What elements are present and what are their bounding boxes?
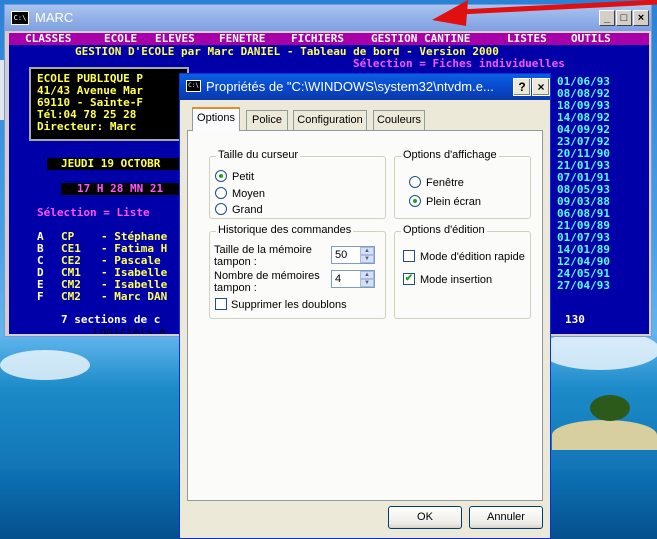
radio-plein-ecran[interactable] xyxy=(409,195,421,207)
buffer-size-value[interactable]: 50 xyxy=(335,249,347,261)
buffer-size-label: tampon : xyxy=(214,256,257,268)
menu-gestion-cantine[interactable]: GESTION CANTINE xyxy=(371,33,470,45)
menu-fichiers[interactable]: FICHIERS xyxy=(291,33,344,45)
dialog-title: Propriétés de "C:\WINDOWS\system32\ntvdm… xyxy=(206,79,494,94)
discard-duplicates-checkbox[interactable] xyxy=(215,298,227,310)
date-entry: 27/04/93 xyxy=(557,279,610,292)
footer-sub: Logiciels e xyxy=(93,325,166,335)
tab-configuration[interactable]: Configuration xyxy=(293,110,367,130)
quick-edit-checkbox[interactable] xyxy=(403,250,415,262)
time-text: 17 H 28 MN 21 xyxy=(77,182,164,195)
properties-dialog: C:\ Propriétés de "C:\WINDOWS\system32\n… xyxy=(179,73,551,539)
group-label: Historique des commandes xyxy=(216,224,354,236)
radio-fenetre-label: Fenêtre xyxy=(426,177,464,189)
menu-classes[interactable]: CLASSES xyxy=(25,33,71,45)
console-icon: C:\ xyxy=(186,80,201,92)
class-level: CM2 xyxy=(61,290,81,303)
dos-window-title: MARC xyxy=(35,10,74,25)
radio-fenetre[interactable] xyxy=(409,176,421,188)
selection-right: Sélection = Fiches individuelles xyxy=(353,57,565,70)
menu-listes[interactable]: LISTES xyxy=(507,33,547,45)
console-icon: C:\ xyxy=(11,11,29,25)
spin-up-icon[interactable]: ▲ xyxy=(360,271,374,279)
command-history-group: Historique des commandes Taille de la mé… xyxy=(209,224,386,319)
menu-ecole[interactable]: ECOLE xyxy=(104,33,137,45)
dates-column: 01/06/93 08/08/92 18/09/93 14/08/92 04/0… xyxy=(557,76,645,311)
dialog-titlebar[interactable]: C:\ Propriétés de "C:\WINDOWS\system32\n… xyxy=(180,74,550,100)
spin-down-icon[interactable]: ▼ xyxy=(360,279,374,287)
date-bar: JEUDI 19 OCTOBR xyxy=(47,158,187,170)
radio-petit-label: Petit xyxy=(232,171,255,183)
group-label: Taille du curseur xyxy=(216,149,301,161)
buffer-size-label: Taille de la mémoire xyxy=(214,244,312,256)
radio-petit[interactable] xyxy=(215,170,227,182)
dos-menubar: CLASSES ECOLE ELEVES FENETRE FICHIERS GE… xyxy=(9,33,649,45)
insert-mode-label: Mode insertion xyxy=(420,274,493,286)
buffer-count-stepper[interactable]: 4 ▲ ▼ xyxy=(331,270,375,288)
tab-police[interactable]: Police xyxy=(246,110,288,130)
school-info-box: ECOLE PUBLIQUE P 41/43 Avenue Mar 69110 … xyxy=(29,67,189,141)
spin-up-icon[interactable]: ▲ xyxy=(360,247,374,255)
menu-fenetre[interactable]: FENETRE xyxy=(219,33,265,45)
spin-down-icon[interactable]: ▼ xyxy=(360,255,374,263)
help-button[interactable]: ? xyxy=(513,78,531,96)
ok-button[interactable]: OK xyxy=(388,506,462,529)
radio-grand-label: Grand xyxy=(232,204,263,216)
footer-count: 130 xyxy=(565,313,585,326)
arrow-shaft xyxy=(459,0,657,15)
time-bar: 17 H 28 MN 21 xyxy=(61,183,187,195)
radio-moyen[interactable] xyxy=(215,187,227,199)
buffer-size-stepper[interactable]: 50 ▲ ▼ xyxy=(331,246,375,264)
tab-options[interactable]: Options xyxy=(192,107,240,131)
radio-moyen-label: Moyen xyxy=(232,188,266,200)
radio-grand[interactable] xyxy=(215,203,227,215)
group-label: Options d'affichage xyxy=(401,149,499,161)
insert-mode-checkbox[interactable]: ✔ xyxy=(403,273,415,285)
selection-left: Sélection = Liste xyxy=(37,206,150,219)
buffer-count-value[interactable]: 4 xyxy=(335,273,341,285)
display-options-group: Options d'affichage Fenêtre Plein écran xyxy=(394,149,531,219)
cloud xyxy=(0,350,90,380)
cancel-button[interactable]: Annuler xyxy=(469,506,543,529)
class-letter: F xyxy=(37,290,44,303)
buffer-count-label: tampon : xyxy=(214,282,257,294)
discard-duplicates-label: Supprimer les doublons xyxy=(231,299,347,311)
tab-couleurs[interactable]: Couleurs xyxy=(373,110,425,130)
school-line: Directeur: Marc xyxy=(37,120,137,133)
arrow-head xyxy=(432,0,468,26)
cursor-size-group: Taille du curseur Petit Moyen Grand xyxy=(209,149,386,219)
buffer-count-label: Nombre de mémoires xyxy=(214,270,320,282)
group-label: Options d'édition xyxy=(401,224,487,236)
menu-eleves[interactable]: ELEVES xyxy=(155,33,195,45)
menu-outils[interactable]: OUTILS xyxy=(571,33,611,45)
class-teacher[interactable]: - Marc DAN xyxy=(101,291,167,303)
island xyxy=(552,420,657,450)
palm-tree xyxy=(590,395,630,421)
options-panel: Taille du curseur Petit Moyen Grand Opti… xyxy=(187,130,543,501)
date-text: JEUDI 19 OCTOBR xyxy=(61,157,161,170)
red-arrow-annotation xyxy=(432,0,657,26)
radio-plein-ecran-label: Plein écran xyxy=(426,196,482,208)
quick-edit-label: Mode d'édition rapide xyxy=(420,251,525,263)
edit-options-group: Options d'édition Mode d'édition rapide … xyxy=(394,224,531,319)
close-button[interactable]: × xyxy=(532,78,550,96)
